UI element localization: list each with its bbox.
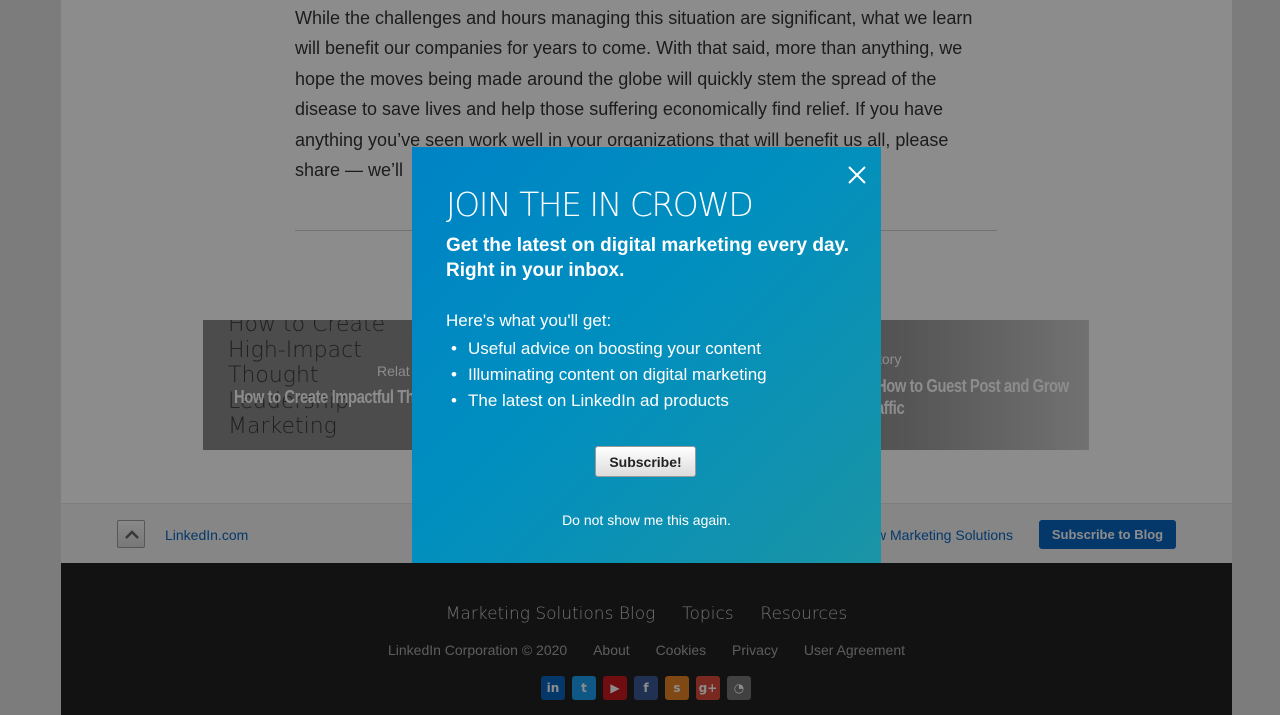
modal-intro: Here's what you'll get: (446, 311, 612, 330)
benefits-list: Useful advice on boosting your content I… (446, 336, 767, 414)
subscribe-button[interactable]: Subscribe! (595, 446, 696, 477)
modal-title: JOIN THE IN CROWD (446, 185, 754, 224)
list-item: Illuminating content on digital marketin… (446, 362, 767, 388)
list-item: The latest on LinkedIn ad products (446, 388, 767, 414)
modal-subtitle: Get the latest on digital marketing ever… (446, 235, 849, 281)
newsletter-modal: JOIN THE IN CROWD Get the latest on digi… (412, 147, 881, 563)
do-not-show-again-link[interactable]: Do not show me this again. (412, 512, 881, 528)
close-icon[interactable] (846, 164, 868, 186)
list-item: Useful advice on boosting your content (446, 336, 767, 362)
